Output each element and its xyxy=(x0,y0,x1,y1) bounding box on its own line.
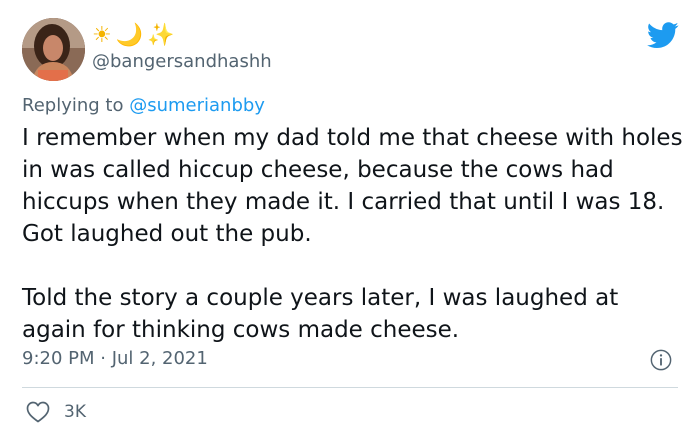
replying-to: Replying to @sumerianbby xyxy=(22,94,265,118)
user-handle[interactable]: @bangersandhashh xyxy=(92,50,272,74)
display-name[interactable]: ☀ 🌙 ✨ xyxy=(92,23,179,49)
tweet-paragraph: I remember when my dad told me that chee… xyxy=(22,125,683,247)
like-button[interactable]: 3K xyxy=(26,398,86,426)
tweet-text: I remember when my dad told me that chee… xyxy=(22,122,687,346)
moon-emoji: 🌙 xyxy=(115,23,144,48)
tweet-timestamp[interactable]: 9:20 PM · Jul 2, 2021 xyxy=(22,347,208,371)
avatar-image xyxy=(22,18,85,81)
reply-mention-link[interactable]: @sumerianbby xyxy=(129,95,265,116)
tweet-paragraph: Told the story a couple years later, I w… xyxy=(22,285,619,343)
sparkles-emoji: ✨ xyxy=(147,23,175,48)
like-count: 3K xyxy=(64,402,86,422)
twitter-bird-icon[interactable] xyxy=(647,22,679,49)
avatar[interactable] xyxy=(22,18,85,81)
tweet-card: ☀ 🌙 ✨ @bangersandhashh Replying to @sume… xyxy=(0,0,700,442)
heart-icon xyxy=(26,401,50,423)
sun-emoji: ☀ xyxy=(92,23,112,48)
replying-to-label: Replying to xyxy=(22,95,124,116)
divider xyxy=(22,387,678,388)
info-icon[interactable] xyxy=(650,349,672,371)
